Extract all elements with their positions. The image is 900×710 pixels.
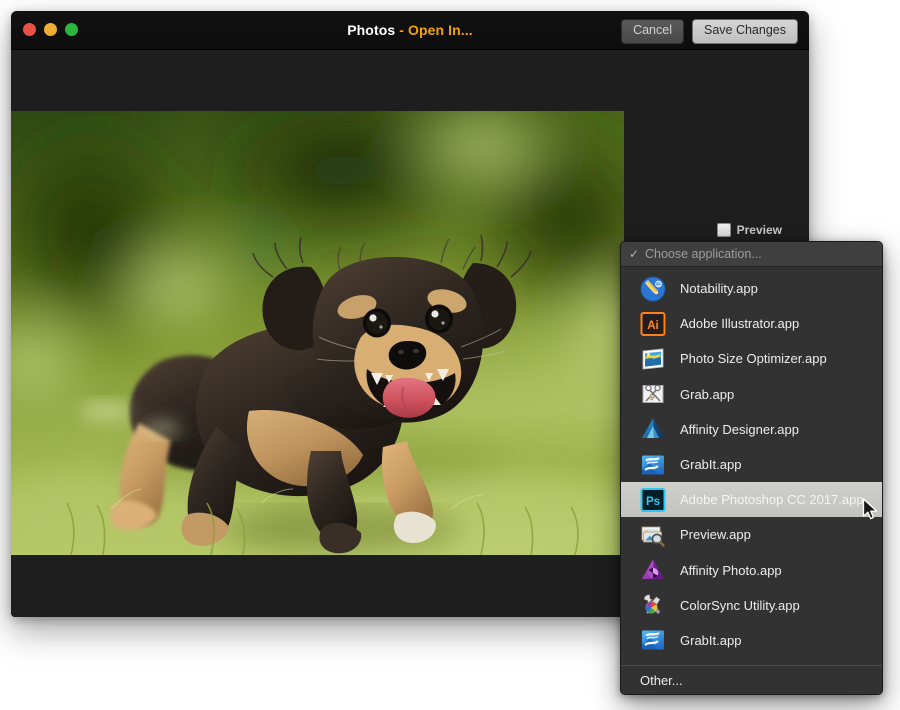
close-button[interactable] — [23, 23, 36, 36]
menu-item-label: Other... — [640, 672, 683, 688]
choose-application-menu: ✓ Choose application... Notability.app A… — [620, 241, 883, 696]
menu-item-label: Affinity Designer.app — [680, 421, 799, 437]
preview-label: Preview — [736, 223, 782, 237]
menu-item-adobe-illustrator[interactable]: Ai Adobe Illustrator.app — [621, 306, 882, 341]
menu-item-affinity-photo[interactable]: Affinity Photo.app — [621, 553, 882, 588]
cancel-button[interactable]: Cancel — [621, 19, 684, 44]
window-titlebar: Photos - Open In... Cancel Save Changes — [11, 11, 809, 50]
menu-item-label: GrabIt.app — [680, 457, 742, 473]
menu-item-grabit-2[interactable]: GrabIt.app — [621, 623, 882, 658]
menu-item-label: Grab.app — [680, 386, 735, 402]
application-list: Notability.app Ai Adobe Illustrator.app — [621, 267, 882, 663]
menu-header-choose-application[interactable]: ✓ Choose application... — [621, 242, 882, 267]
svg-text:Ai: Ai — [647, 320, 659, 332]
grabit-icon — [640, 452, 666, 478]
menu-item-other[interactable]: Other... — [621, 666, 882, 695]
save-changes-button[interactable]: Save Changes — [691, 19, 798, 44]
grab-icon — [640, 381, 666, 407]
menu-item-grab[interactable]: Grab.app — [621, 377, 882, 412]
menu-item-photo-size-optimizer[interactable]: Photo Size Optimizer.app — [621, 341, 882, 376]
menu-item-preview[interactable]: Preview.app — [621, 517, 882, 552]
svg-text:Ps: Ps — [646, 496, 660, 508]
menu-item-affinity-designer[interactable]: Affinity Designer.app — [621, 412, 882, 447]
window-title-action: - Open In... — [395, 22, 473, 38]
menu-item-label: Preview.app — [680, 527, 751, 543]
zoom-button[interactable] — [65, 23, 78, 36]
menu-item-label: Notability.app — [680, 281, 758, 297]
preview-icon — [640, 522, 666, 548]
menu-item-label: ColorSync Utility.app — [680, 597, 800, 613]
menu-item-label: Affinity Photo.app — [680, 562, 782, 578]
titlebar-actions: Cancel Save Changes — [621, 19, 798, 44]
window-title-app: Photos — [347, 22, 396, 38]
adobe-photoshop-icon: Ps — [640, 487, 666, 513]
photo-size-optimizer-icon — [640, 346, 666, 372]
colorsync-utility-icon — [640, 592, 666, 618]
menu-item-colorsync-utility[interactable]: ColorSync Utility.app — [621, 588, 882, 623]
menu-item-label: GrabIt.app — [680, 632, 742, 648]
menu-header-label: Choose application... — [645, 247, 762, 261]
menu-item-notability[interactable]: Notability.app — [621, 271, 882, 306]
preview-checkbox-row[interactable]: Preview — [716, 223, 782, 237]
affinity-photo-icon — [640, 557, 666, 583]
adobe-illustrator-icon: Ai — [640, 311, 666, 337]
notability-icon — [640, 276, 666, 302]
menu-item-label: Adobe Illustrator.app — [680, 316, 800, 332]
menu-item-adobe-photoshop[interactable]: Ps Adobe Photoshop CC 2017.app — [621, 482, 882, 518]
preview-checkbox[interactable] — [716, 223, 731, 237]
menu-item-label: Photo Size Optimizer.app — [680, 351, 827, 367]
menu-item-label: Adobe Photoshop CC 2017.app — [680, 492, 864, 508]
photo-preview-image — [11, 111, 624, 555]
screenshot-stage: Photos - Open In... Cancel Save Changes — [0, 0, 900, 710]
checkmark-icon: ✓ — [629, 247, 640, 261]
affinity-designer-icon — [640, 416, 666, 442]
grabit-icon — [640, 627, 666, 653]
minimize-button[interactable] — [44, 23, 57, 36]
menu-item-grabit[interactable]: GrabIt.app — [621, 447, 882, 482]
traffic-light-buttons — [23, 23, 78, 36]
